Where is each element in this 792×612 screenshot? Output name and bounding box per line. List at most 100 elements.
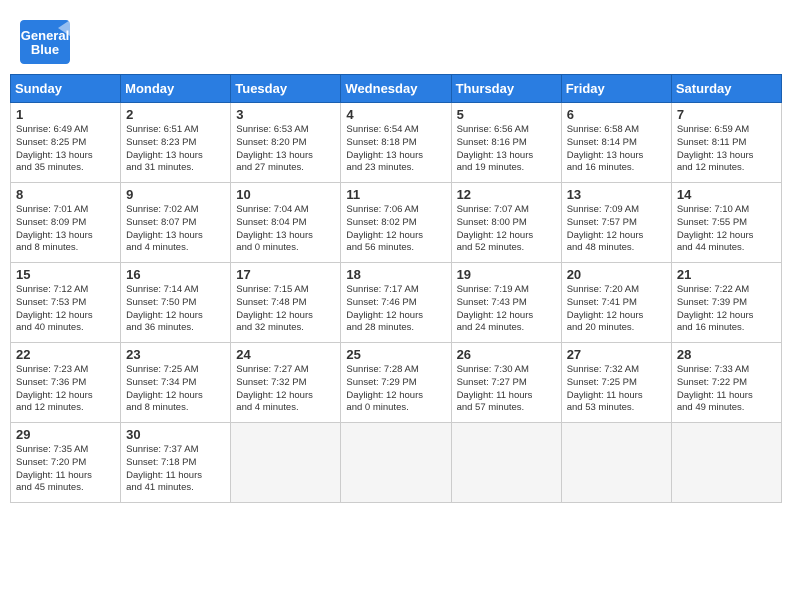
- day-number: 24: [236, 347, 335, 362]
- weekday-header: Friday: [561, 75, 671, 103]
- calendar-cell: 27Sunrise: 7:32 AM Sunset: 7:25 PM Dayli…: [561, 343, 671, 423]
- day-info: Sunrise: 6:59 AM Sunset: 8:11 PM Dayligh…: [677, 124, 776, 175]
- day-info: Sunrise: 6:58 AM Sunset: 8:14 PM Dayligh…: [567, 124, 666, 175]
- day-info: Sunrise: 7:15 AM Sunset: 7:48 PM Dayligh…: [236, 284, 335, 335]
- day-number: 28: [677, 347, 776, 362]
- calendar-week-row: 1 Sunrise: 6:49 AM Sunset: 8:25 PM Daylig…: [11, 103, 782, 183]
- day-info: Sunrise: 7:07 AM Sunset: 8:00 PM Dayligh…: [457, 204, 556, 255]
- weekday-header-row: SundayMondayTuesdayWednesdayThursdayFrid…: [11, 75, 782, 103]
- calendar-cell: 17 Sunrise: 7:15 AM Sunset: 7:48 PM Dayli…: [231, 263, 341, 343]
- calendar-cell: [671, 423, 781, 503]
- day-number: 5: [457, 107, 556, 122]
- calendar-cell: [341, 423, 451, 503]
- logo: General Blue: [20, 20, 70, 64]
- calendar-cell: 20 Sunrise: 7:20 AM Sunset: 7:41 PM Dayli…: [561, 263, 671, 343]
- logo-icon: General Blue: [20, 20, 70, 64]
- day-number: 22: [16, 347, 115, 362]
- day-number: 2: [126, 107, 225, 122]
- calendar-week-row: 29 Sunrise: 7:35 AM Sunset: 7:20 PM Dayli…: [11, 423, 782, 503]
- day-info: Sunrise: 7:37 AM Sunset: 7:18 PM Dayligh…: [126, 444, 225, 495]
- day-number: 15: [16, 267, 115, 282]
- day-number: 1: [16, 107, 115, 122]
- day-info: Sunrise: 7:09 AM Sunset: 7:57 PM Dayligh…: [567, 204, 666, 255]
- calendar-cell: 4 Sunrise: 6:54 AM Sunset: 8:18 PM Daylig…: [341, 103, 451, 183]
- day-number: 29: [16, 427, 115, 442]
- day-number: 3: [236, 107, 335, 122]
- day-info: Sunrise: 7:22 AM Sunset: 7:39 PM Dayligh…: [677, 284, 776, 335]
- day-info: Sunrise: 6:49 AM Sunset: 8:25 PM Dayligh…: [16, 124, 115, 175]
- calendar-cell: 18 Sunrise: 7:17 AM Sunset: 7:46 PM Dayli…: [341, 263, 451, 343]
- day-info: Sunrise: 6:56 AM Sunset: 8:16 PM Dayligh…: [457, 124, 556, 175]
- day-number: 9: [126, 187, 225, 202]
- calendar-cell: [561, 423, 671, 503]
- day-number: 19: [457, 267, 556, 282]
- day-info: Sunrise: 7:27 AM Sunset: 7:32 PM Dayligh…: [236, 364, 335, 415]
- day-info: Sunrise: 7:02 AM Sunset: 8:07 PM Dayligh…: [126, 204, 225, 255]
- day-info: Sunrise: 7:04 AM Sunset: 8:04 PM Dayligh…: [236, 204, 335, 255]
- day-number: 26: [457, 347, 556, 362]
- calendar-cell: 24 Sunrise: 7:27 AM Sunset: 7:32 PM Dayli…: [231, 343, 341, 423]
- calendar-cell: 3 Sunrise: 6:53 AM Sunset: 8:20 PM Daylig…: [231, 103, 341, 183]
- day-info: Sunrise: 7:28 AM Sunset: 7:29 PM Dayligh…: [346, 364, 445, 415]
- calendar-cell: 23Sunrise: 7:25 AM Sunset: 7:34 PM Dayli…: [121, 343, 231, 423]
- day-info: Sunrise: 7:35 AM Sunset: 7:20 PM Dayligh…: [16, 444, 115, 495]
- page-header: General Blue: [10, 10, 782, 69]
- calendar-cell: 10 Sunrise: 7:04 AM Sunset: 8:04 PM Dayli…: [231, 183, 341, 263]
- calendar-cell: 21Sunrise: 7:22 AM Sunset: 7:39 PM Dayli…: [671, 263, 781, 343]
- day-info: Sunrise: 6:51 AM Sunset: 8:23 PM Dayligh…: [126, 124, 225, 175]
- calendar-cell: 9 Sunrise: 7:02 AM Sunset: 8:07 PM Daylig…: [121, 183, 231, 263]
- day-number: 11: [346, 187, 445, 202]
- weekday-header: Saturday: [671, 75, 781, 103]
- calendar-cell: 12 Sunrise: 7:07 AM Sunset: 8:00 PM Dayli…: [451, 183, 561, 263]
- calendar-cell: 7Sunrise: 6:59 AM Sunset: 8:11 PM Daylig…: [671, 103, 781, 183]
- calendar-cell: 16 Sunrise: 7:14 AM Sunset: 7:50 PM Dayli…: [121, 263, 231, 343]
- day-number: 17: [236, 267, 335, 282]
- day-info: Sunrise: 7:06 AM Sunset: 8:02 PM Dayligh…: [346, 204, 445, 255]
- calendar-cell: 19Sunrise: 7:19 AM Sunset: 7:43 PM Dayli…: [451, 263, 561, 343]
- day-number: 16: [126, 267, 225, 282]
- calendar-cell: 30Sunrise: 7:37 AM Sunset: 7:18 PM Dayli…: [121, 423, 231, 503]
- calendar-table: SundayMondayTuesdayWednesdayThursdayFrid…: [10, 74, 782, 503]
- calendar-cell: 2 Sunrise: 6:51 AM Sunset: 8:23 PM Daylig…: [121, 103, 231, 183]
- calendar-week-row: 8 Sunrise: 7:01 AM Sunset: 8:09 PM Daylig…: [11, 183, 782, 263]
- day-info: Sunrise: 6:54 AM Sunset: 8:18 PM Dayligh…: [346, 124, 445, 175]
- calendar-cell: 25Sunrise: 7:28 AM Sunset: 7:29 PM Dayli…: [341, 343, 451, 423]
- day-info: Sunrise: 7:20 AM Sunset: 7:41 PM Dayligh…: [567, 284, 666, 335]
- calendar-cell: 14 Sunrise: 7:10 AM Sunset: 7:55 PM Dayli…: [671, 183, 781, 263]
- day-info: Sunrise: 7:14 AM Sunset: 7:50 PM Dayligh…: [126, 284, 225, 335]
- day-info: Sunrise: 7:01 AM Sunset: 8:09 PM Dayligh…: [16, 204, 115, 255]
- weekday-header: Tuesday: [231, 75, 341, 103]
- day-info: Sunrise: 7:30 AM Sunset: 7:27 PM Dayligh…: [457, 364, 556, 415]
- calendar-cell: 26 Sunrise: 7:30 AM Sunset: 7:27 PM Dayli…: [451, 343, 561, 423]
- calendar-cell: 13 Sunrise: 7:09 AM Sunset: 7:57 PM Dayli…: [561, 183, 671, 263]
- day-number: 18: [346, 267, 445, 282]
- day-info: Sunrise: 6:53 AM Sunset: 8:20 PM Dayligh…: [236, 124, 335, 175]
- weekday-header: Wednesday: [341, 75, 451, 103]
- svg-text:Blue: Blue: [31, 42, 59, 57]
- day-number: 10: [236, 187, 335, 202]
- weekday-header: Monday: [121, 75, 231, 103]
- weekday-header: Sunday: [11, 75, 121, 103]
- day-info: Sunrise: 7:10 AM Sunset: 7:55 PM Dayligh…: [677, 204, 776, 255]
- day-info: Sunrise: 7:33 AM Sunset: 7:22 PM Dayligh…: [677, 364, 776, 415]
- day-number: 27: [567, 347, 666, 362]
- calendar-week-row: 22 Sunrise: 7:23 AM Sunset: 7:36 PM Dayli…: [11, 343, 782, 423]
- day-number: 4: [346, 107, 445, 122]
- calendar-week-row: 15 Sunrise: 7:12 AM Sunset: 7:53 PM Dayli…: [11, 263, 782, 343]
- calendar-cell: 6Sunrise: 6:58 AM Sunset: 8:14 PM Daylig…: [561, 103, 671, 183]
- day-number: 13: [567, 187, 666, 202]
- day-info: Sunrise: 7:12 AM Sunset: 7:53 PM Dayligh…: [16, 284, 115, 335]
- calendar-cell: 29 Sunrise: 7:35 AM Sunset: 7:20 PM Dayli…: [11, 423, 121, 503]
- calendar-cell: 5 Sunrise: 6:56 AM Sunset: 8:16 PM Daylig…: [451, 103, 561, 183]
- day-info: Sunrise: 7:23 AM Sunset: 7:36 PM Dayligh…: [16, 364, 115, 415]
- day-info: Sunrise: 7:17 AM Sunset: 7:46 PM Dayligh…: [346, 284, 445, 335]
- calendar-cell: 8 Sunrise: 7:01 AM Sunset: 8:09 PM Daylig…: [11, 183, 121, 263]
- day-number: 8: [16, 187, 115, 202]
- day-number: 20: [567, 267, 666, 282]
- calendar-cell: [451, 423, 561, 503]
- calendar-cell: [231, 423, 341, 503]
- calendar-cell: 1 Sunrise: 6:49 AM Sunset: 8:25 PM Daylig…: [11, 103, 121, 183]
- calendar-cell: 28 Sunrise: 7:33 AM Sunset: 7:22 PM Dayli…: [671, 343, 781, 423]
- day-number: 12: [457, 187, 556, 202]
- day-number: 14: [677, 187, 776, 202]
